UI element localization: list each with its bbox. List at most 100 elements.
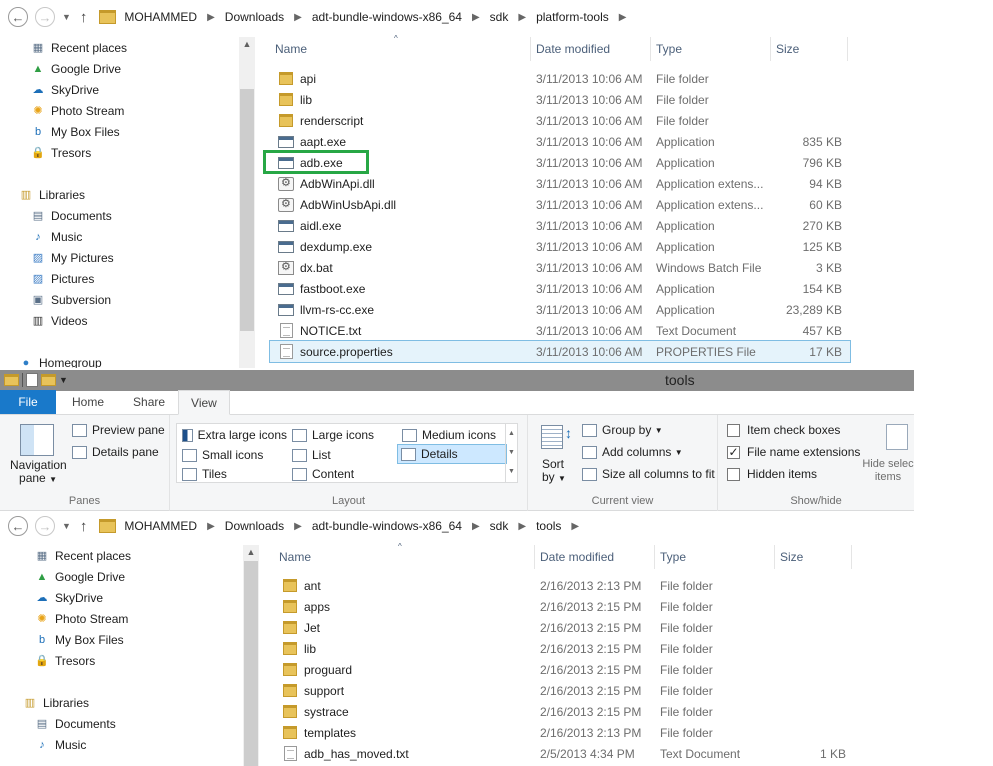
- file-name-cell[interactable]: apps: [274, 600, 535, 614]
- sort-by-icon[interactable]: [541, 425, 563, 449]
- nav-item[interactable]: 🔒 Tresors: [0, 142, 238, 163]
- nav-item[interactable]: ☁ SkyDrive: [4, 587, 242, 608]
- file-row[interactable]: templates 2/16/2013 2:13 PM File folder: [274, 722, 854, 743]
- file-name-cell[interactable]: support: [274, 684, 535, 698]
- column-size[interactable]: Size: [771, 37, 848, 61]
- properties-icon[interactable]: [26, 373, 38, 387]
- file-name-cell[interactable]: renderscript: [270, 114, 531, 128]
- file-row[interactable]: dx.bat 3/11/2013 10:06 AM Windows Batch Fi…: [270, 257, 850, 278]
- breadcrumb-item[interactable]: tools: [536, 519, 561, 533]
- file-name-cell[interactable]: fastboot.exe: [270, 282, 531, 296]
- file-name-cell[interactable]: aidl.exe: [270, 219, 531, 233]
- nav-section[interactable]: ▥ Libraries: [4, 692, 242, 713]
- nav-item[interactable]: ♪ Music: [4, 734, 242, 755]
- tab-file[interactable]: File: [0, 390, 56, 414]
- nav-item[interactable]: ☁ SkyDrive: [0, 79, 238, 100]
- navigation-pane-button[interactable]: Navigation pane ▼: [10, 459, 67, 486]
- breadcrumb-separator-icon[interactable]: ▶: [207, 521, 215, 532]
- column-date-modified[interactable]: Date modified: [531, 37, 651, 61]
- file-name-cell[interactable]: NOTICE.txt: [270, 323, 531, 338]
- medium-icons-option[interactable]: Medium icons: [399, 425, 507, 445]
- hidden-items-checkbox[interactable]: Hidden items: [727, 467, 817, 481]
- hide-selected-items-icon[interactable]: [886, 424, 908, 450]
- breadcrumb-item[interactable]: MOHAMMED: [124, 519, 197, 533]
- file-row[interactable]: lib 3/11/2013 10:06 AM File folder: [270, 89, 850, 110]
- file-name-cell[interactable]: proguard: [274, 663, 535, 677]
- column-name[interactable]: Name: [270, 37, 531, 61]
- nav-item[interactable]: ▨ My Pictures: [0, 247, 238, 268]
- details-option[interactable]: Details: [397, 444, 507, 464]
- file-row[interactable]: renderscript 3/11/2013 10:06 AM File folde…: [270, 110, 850, 131]
- scrollbar-thumb[interactable]: [244, 561, 258, 766]
- breadcrumb-separator-icon[interactable]: ▶: [294, 12, 302, 23]
- breadcrumb-item[interactable]: platform-tools: [536, 10, 609, 24]
- nav-item[interactable]: ✺ Photo Stream: [0, 100, 238, 121]
- small-icons-option[interactable]: Small icons: [179, 445, 287, 465]
- breadcrumb-item[interactable]: adt-bundle-windows-x86_64: [312, 519, 462, 533]
- file-row[interactable]: support 2/16/2013 2:15 PM File folder: [274, 680, 854, 701]
- back-icon[interactable]: ←: [8, 7, 28, 27]
- breadcrumb-separator-icon[interactable]: ▶: [518, 12, 526, 23]
- tab-home[interactable]: Home: [56, 390, 120, 414]
- large-icons-option[interactable]: Large icons: [289, 425, 397, 445]
- scroll-up-icon[interactable]: ▲: [239, 39, 255, 49]
- navigation-pane-icon[interactable]: [20, 424, 54, 456]
- breadcrumb-separator-icon[interactable]: ▶: [472, 521, 480, 532]
- file-name-cell[interactable]: ant: [274, 579, 535, 593]
- up-arrow-icon[interactable]: ↑: [80, 9, 88, 26]
- breadcrumb-separator-icon[interactable]: ▶: [294, 521, 302, 532]
- column-type[interactable]: Type: [651, 37, 771, 61]
- file-name-cell[interactable]: systrace: [274, 705, 535, 719]
- file-name-cell[interactable]: aapt.exe: [270, 135, 531, 149]
- file-name-cell[interactable]: Jet: [274, 621, 535, 635]
- layout-gallery-scroll[interactable]: ▲ ▼ ▼: [505, 424, 517, 482]
- group-by-button[interactable]: Group by ▼: [582, 423, 663, 437]
- customize-toolbar-chevron-icon[interactable]: ▼: [59, 375, 68, 385]
- nav-item[interactable]: 🔒 Tresors: [4, 650, 242, 671]
- column-type[interactable]: Type: [655, 545, 775, 569]
- file-row[interactable]: fastboot.exe 3/11/2013 10:06 AM Applicatio…: [270, 278, 850, 299]
- tiles-option[interactable]: Tiles: [179, 464, 287, 484]
- details-pane-button[interactable]: Details pane: [72, 445, 159, 459]
- recent-locations-chevron-icon[interactable]: ▼: [62, 521, 71, 531]
- file-row[interactable]: aapt.exe 3/11/2013 10:06 AM Application 835…: [270, 131, 850, 152]
- file-name-cell[interactable]: lib: [274, 642, 535, 656]
- file-row[interactable]: NOTICE.txt 3/11/2013 10:06 AM Text Documen…: [270, 320, 850, 341]
- file-row[interactable]: dexdump.exe 3/11/2013 10:06 AM Application…: [270, 236, 850, 257]
- file-row[interactable]: apps 2/16/2013 2:15 PM File folder: [274, 596, 854, 617]
- file-name-extensions-checkbox[interactable]: ✓ File name extensions: [727, 445, 860, 459]
- breadcrumb-item[interactable]: Downloads: [225, 519, 284, 533]
- breadcrumb-item[interactable]: sdk: [490, 10, 509, 24]
- file-name-cell[interactable]: templates: [274, 726, 535, 740]
- recent-locations-chevron-icon[interactable]: ▼: [62, 12, 71, 22]
- breadcrumb-separator-icon[interactable]: ▶: [207, 12, 215, 23]
- nav-item[interactable]: ▥ Videos: [0, 310, 238, 331]
- file-row[interactable]: Jet 2/16/2013 2:15 PM File folder: [274, 617, 854, 638]
- sort-by-button[interactable]: Sort by ▼: [542, 458, 566, 485]
- top-nav-scrollbar[interactable]: ▲: [239, 37, 255, 368]
- file-name-cell[interactable]: AdbWinApi.dll: [270, 176, 531, 191]
- scrollbar-thumb[interactable]: [240, 89, 254, 331]
- tab-share[interactable]: Share: [120, 390, 178, 414]
- size-all-columns-button[interactable]: Size all columns to fit: [582, 467, 715, 481]
- breadcrumb-item[interactable]: sdk: [490, 519, 509, 533]
- content-option[interactable]: Content: [289, 464, 397, 484]
- nav-section[interactable]: ● Homegroup: [0, 352, 238, 369]
- breadcrumb-item[interactable]: adt-bundle-windows-x86_64: [312, 10, 462, 24]
- file-row[interactable]: api 3/11/2013 10:06 AM File folder: [270, 68, 850, 89]
- file-name-cell[interactable]: dexdump.exe: [270, 240, 531, 254]
- file-name-cell[interactable]: adb_has_moved.txt: [274, 746, 535, 761]
- breadcrumb-separator-icon[interactable]: ▶: [571, 521, 579, 532]
- file-name-cell[interactable]: lib: [270, 93, 531, 107]
- nav-item[interactable]: ▣ Subversion: [0, 289, 238, 310]
- nav-item[interactable]: ▤ Documents: [0, 205, 238, 226]
- nav-item[interactable]: b My Box Files: [0, 121, 238, 142]
- breadcrumb-item[interactable]: MOHAMMED: [124, 10, 197, 24]
- forward-icon[interactable]: →: [35, 516, 55, 536]
- file-row[interactable]: lib 2/16/2013 2:15 PM File folder: [274, 638, 854, 659]
- file-row[interactable]: systrace 2/16/2013 2:15 PM File folder: [274, 701, 854, 722]
- nav-item[interactable]: ▲ Google Drive: [4, 566, 242, 587]
- column-size[interactable]: Size: [775, 545, 852, 569]
- column-name[interactable]: Name: [274, 545, 535, 569]
- file-row[interactable]: llvm-rs-cc.exe 3/11/2013 10:06 AM Applicat…: [270, 299, 850, 320]
